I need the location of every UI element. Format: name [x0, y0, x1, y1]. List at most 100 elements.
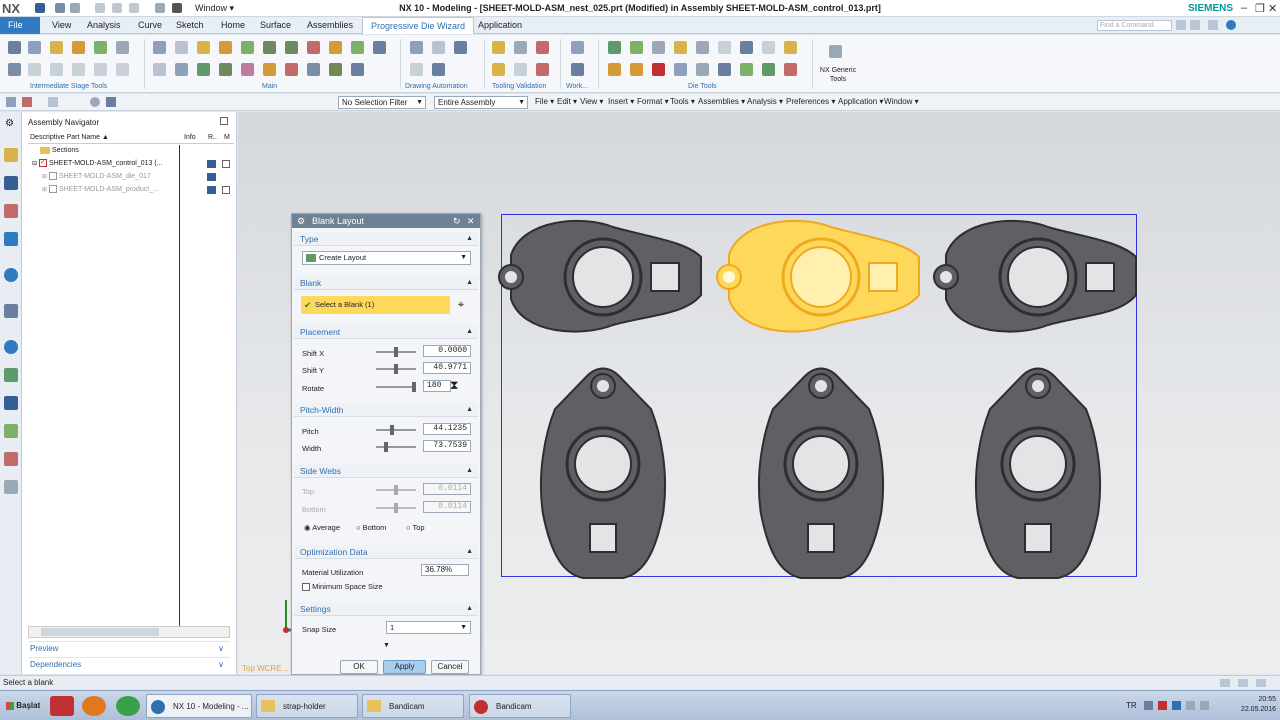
- tab-application[interactable]: Application: [470, 17, 530, 34]
- menu-icon[interactable]: [6, 97, 16, 107]
- command-finder-input[interactable]: Find a Command: [1097, 20, 1172, 31]
- guide-icon[interactable]: [351, 41, 364, 54]
- stripper-icon[interactable]: [307, 63, 320, 76]
- tab-sketch[interactable]: Sketch: [168, 17, 212, 34]
- taskbar-item-bandicam[interactable]: Bandicam: [469, 694, 571, 718]
- die-design-icon[interactable]: [8, 41, 21, 54]
- menu-view[interactable]: View ▾: [580, 97, 603, 106]
- roles-icon[interactable]: [4, 452, 18, 466]
- simulation-icon[interactable]: [492, 41, 505, 54]
- status-icon[interactable]: [1256, 679, 1266, 687]
- cancel-button[interactable]: Cancel: [431, 660, 469, 674]
- standard-parts-icon[interactable]: [241, 41, 254, 54]
- system-clock[interactable]: 20:55 22.05.2016: [1222, 695, 1276, 715]
- tab-progressive-die-wizard[interactable]: Progressive Die Wizard: [362, 17, 475, 34]
- relief-icon[interactable]: [263, 63, 276, 76]
- menu-assemblies[interactable]: Assemblies ▾: [698, 97, 745, 106]
- punch-icon[interactable]: [329, 41, 342, 54]
- tool-5-icon[interactable]: [94, 63, 107, 76]
- die-tool-8-icon[interactable]: [762, 41, 775, 54]
- type-dropdown[interactable]: Create Layout ▼: [302, 251, 471, 265]
- menu-tools[interactable]: Tools ▾: [670, 97, 695, 106]
- die-tool-16-icon[interactable]: [740, 63, 753, 76]
- maximize-panel-icon[interactable]: [220, 117, 228, 125]
- firefox-icon[interactable]: [82, 696, 106, 716]
- snap-icon[interactable]: [48, 97, 58, 107]
- section-type[interactable]: Type ▲: [294, 232, 478, 246]
- scrap-design-icon[interactable]: [94, 41, 107, 54]
- dialog-settings-icon[interactable]: ⚙: [297, 214, 305, 228]
- preview-panel-header[interactable]: Preview ∨: [28, 641, 230, 655]
- section-side-webs[interactable]: Side Webs ▲: [294, 464, 478, 478]
- nx-generic-tools-label[interactable]: NX Generic Tools: [818, 66, 858, 84]
- tray-icon[interactable]: [1172, 701, 1181, 710]
- status-icon[interactable]: [1238, 679, 1248, 687]
- vivaldi-icon[interactable]: [50, 696, 74, 716]
- tray-icon[interactable]: [1144, 701, 1153, 710]
- menu-analysis[interactable]: Analysis ▾: [747, 97, 783, 106]
- process-studio-icon[interactable]: [4, 396, 18, 410]
- part-navigator-icon[interactable]: [4, 148, 18, 162]
- assembly-navigator-icon[interactable]: [4, 176, 18, 190]
- bom-icon[interactable]: [454, 41, 467, 54]
- section-blank[interactable]: Blank ▲: [294, 276, 478, 290]
- reuse-library-icon[interactable]: [4, 232, 18, 246]
- ok-button[interactable]: OK: [340, 660, 378, 674]
- settings-icon[interactable]: ⚙: [5, 118, 14, 129]
- taskbar-item-nx[interactable]: NX 10 - Modeling - ...: [146, 694, 252, 718]
- validation-2-icon[interactable]: [492, 63, 505, 76]
- constraint-navigator-icon[interactable]: [4, 204, 18, 218]
- radio-average[interactable]: ◉ Average: [304, 522, 340, 534]
- column-descriptive-part-name[interactable]: Descriptive Part Name ▲: [30, 134, 109, 141]
- blank-layout-icon[interactable]: [72, 41, 85, 54]
- tab-view[interactable]: View: [44, 17, 79, 34]
- view-icon[interactable]: [90, 97, 100, 107]
- pitch-slider[interactable]: [376, 425, 416, 435]
- column-modified[interactable]: M: [224, 134, 230, 141]
- checkbox-icon[interactable]: [48, 185, 57, 194]
- insert-group-icon[interactable]: [285, 41, 298, 54]
- selection-filter-dropdown[interactable]: No Selection Filter ▼: [338, 96, 426, 109]
- nx-generic-tools-icon[interactable]: [829, 45, 842, 58]
- window-icon[interactable]: [1190, 20, 1200, 30]
- die-tool-4-icon[interactable]: [674, 41, 687, 54]
- blank-part[interactable]: [539, 367, 667, 579]
- menu-file[interactable]: File ▾: [535, 97, 554, 106]
- die-tool-18-icon[interactable]: [784, 63, 797, 76]
- select-blank-button[interactable]: ✔ Select a Blank (1): [301, 296, 450, 314]
- volume-icon[interactable]: [1200, 701, 1209, 710]
- die-tool-3-icon[interactable]: [652, 41, 665, 54]
- trim-icon[interactable]: [285, 63, 298, 76]
- section-optimization-data[interactable]: Optimization Data ▲: [294, 545, 478, 559]
- minimum-space-checkbox[interactable]: Minimum Space Size: [302, 582, 383, 592]
- system-scenes-icon[interactable]: [4, 480, 18, 494]
- dimension-icon[interactable]: [410, 63, 423, 76]
- reset-icon[interactable]: ↻: [453, 214, 461, 228]
- tab-surface[interactable]: Surface: [252, 17, 299, 34]
- strip-layout-icon[interactable]: [116, 41, 129, 54]
- die-tool-5-icon[interactable]: [696, 41, 709, 54]
- width-slider[interactable]: [376, 442, 416, 452]
- checkbox-icon[interactable]: [48, 172, 57, 181]
- tool-6-icon[interactable]: [116, 63, 129, 76]
- lifter-icon[interactable]: [219, 63, 232, 76]
- tree-row-product[interactable]: ⊞ SHEET-MOLD-ASM_product_...: [42, 184, 159, 196]
- bend-icon[interactable]: [175, 63, 188, 76]
- selected-blank-part[interactable]: [716, 219, 920, 333]
- unform-icon[interactable]: [8, 63, 21, 76]
- shift-x-input[interactable]: 0.0000: [423, 345, 471, 357]
- column-read-only[interactable]: R..: [208, 134, 217, 141]
- manufacturing-wizards-icon[interactable]: [4, 424, 18, 438]
- die-tool-17-icon[interactable]: [762, 63, 775, 76]
- interference-icon[interactable]: [514, 41, 527, 54]
- dialog-close-icon[interactable]: ✕: [467, 214, 475, 228]
- render-icon[interactable]: [106, 97, 116, 107]
- die-tool-6-icon[interactable]: [718, 41, 731, 54]
- form-icon[interactable]: [197, 63, 210, 76]
- column-info[interactable]: Info: [184, 134, 196, 141]
- tool-4-icon[interactable]: [72, 63, 85, 76]
- dialog-title-bar[interactable]: ⚙ Blank Layout ↻ ✕: [292, 214, 480, 228]
- cam-icon[interactable]: [153, 63, 166, 76]
- tree-row-die[interactable]: ⊞ SHEET-MOLD-ASM_die_017: [42, 171, 151, 183]
- forming-insert-icon[interactable]: [219, 41, 232, 54]
